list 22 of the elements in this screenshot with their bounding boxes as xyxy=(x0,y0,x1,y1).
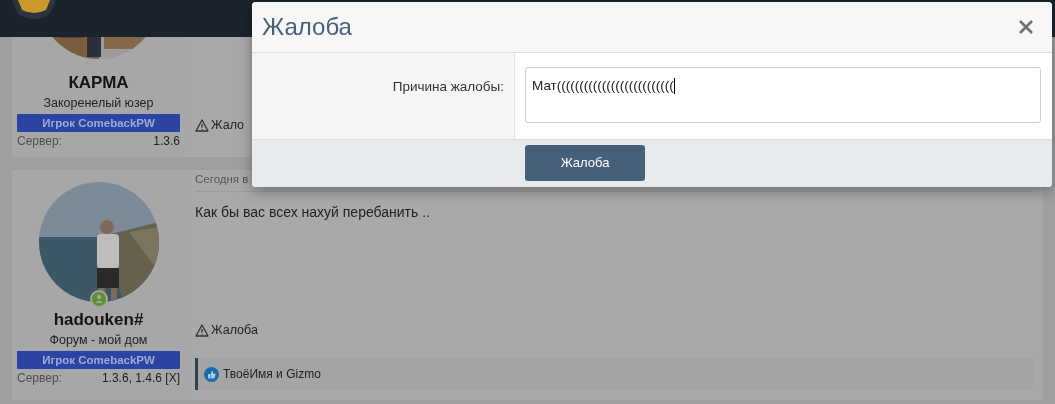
user-badge: Игрок ComebackPW xyxy=(17,351,180,369)
report-link[interactable]: Жалоба xyxy=(195,322,1033,338)
warning-icon xyxy=(195,118,209,132)
post-message: Как бы вас всех нахуй перебанить .. xyxy=(195,203,431,222)
field-label: Причина жалобы: xyxy=(392,78,504,96)
logo-icon[interactable] xyxy=(10,0,58,22)
server-label: Сервер: xyxy=(17,370,62,386)
close-icon[interactable] xyxy=(1018,19,1034,35)
submit-button[interactable]: Жалоба xyxy=(525,145,645,181)
user-title: Форум - мой дом xyxy=(48,332,149,349)
likes-text[interactable]: ТвоёИмя и Gizmo xyxy=(223,365,321,383)
username[interactable]: hadouken# xyxy=(15,310,182,330)
user-badge: Игрок ComebackPW xyxy=(17,114,180,132)
reason-field[interactable]: Мат(((((((((((((((((((((((((( xyxy=(525,67,1041,123)
thumbs-up-icon xyxy=(204,366,219,382)
server-label: Сервер: xyxy=(17,133,62,149)
dialog-title: Жалоба xyxy=(262,12,352,42)
server-value: 1.3.6 xyxy=(153,133,180,149)
warning-icon xyxy=(195,323,209,337)
user-title: Закоренелый юзер xyxy=(42,95,155,112)
server-value: 1.3.6, 1.4.6 [X] xyxy=(101,370,180,386)
username[interactable]: КАРМА xyxy=(15,73,182,93)
